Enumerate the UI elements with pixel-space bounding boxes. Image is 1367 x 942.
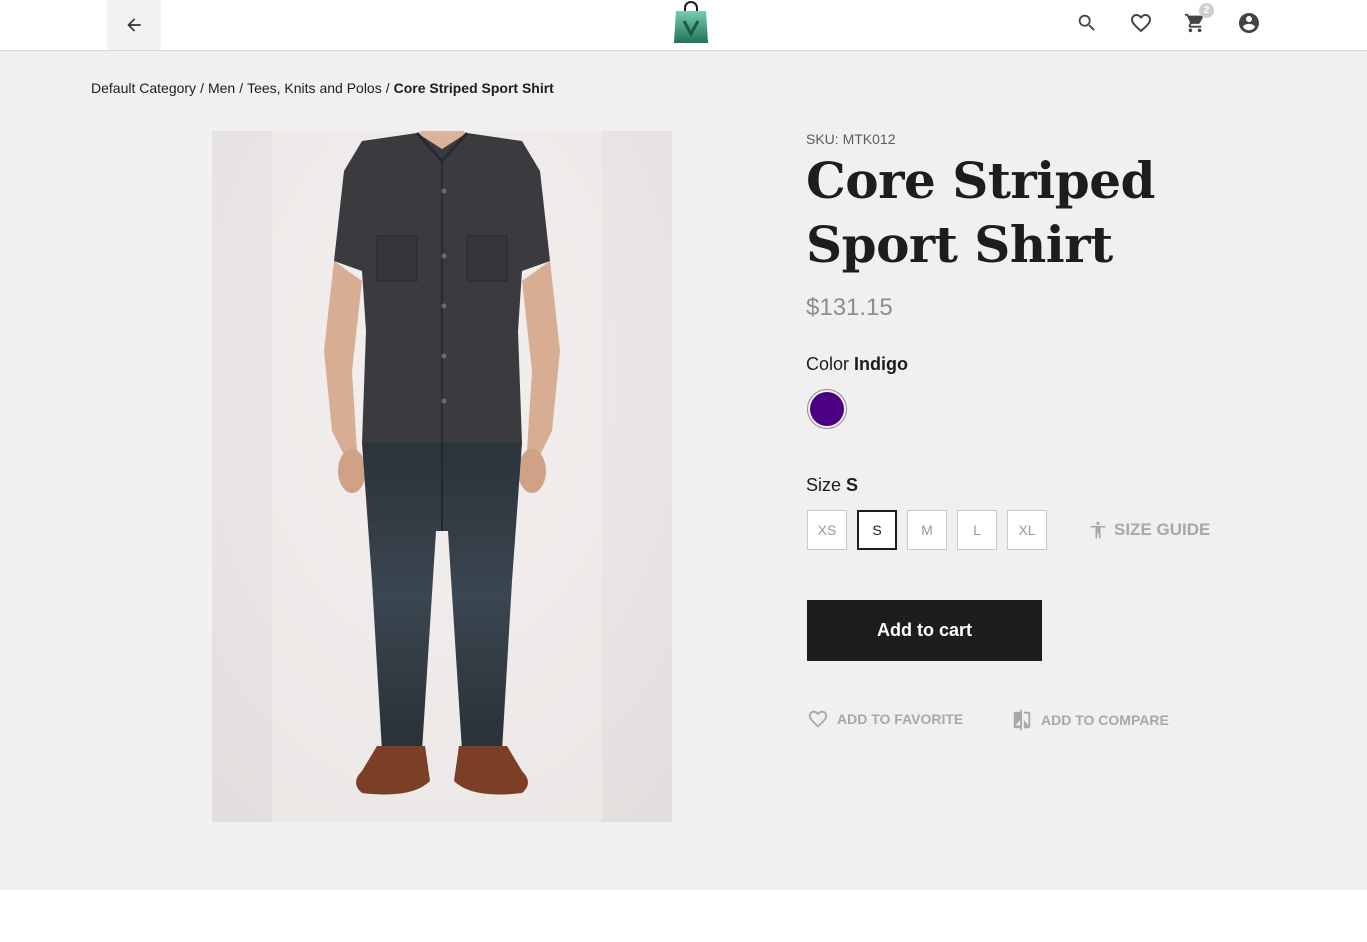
size-option-m[interactable]: M [907, 510, 947, 550]
compare-icon [1013, 709, 1031, 731]
size-guide-label: SIZE GUIDE [1114, 520, 1211, 539]
wishlist-button[interactable] [1127, 9, 1155, 37]
accessibility-person-icon [1090, 521, 1106, 539]
color-label-text: Color [806, 354, 850, 374]
size-label-text: Size [806, 475, 842, 495]
add-to-favorite-button[interactable]: ADD TO FAVORITE [807, 708, 963, 730]
breadcrumb-separator: / [200, 80, 204, 96]
shopping-bag-logo [674, 1, 708, 43]
breadcrumb-separator: / [239, 80, 244, 96]
page-footer-area [0, 890, 1367, 942]
arrow-left-icon [127, 18, 141, 32]
breadcrumb-link-tees-knits-polos[interactable]: Tees, Knits and Polos [247, 80, 382, 96]
breadcrumb-current: Core Striped Sport Shirt [393, 80, 554, 96]
color-swatch-fill [810, 392, 844, 426]
top-navigation-bar: 2 [0, 0, 1367, 51]
cart-button[interactable]: 2 [1181, 3, 1214, 37]
heart-outline-icon [808, 710, 828, 728]
size-options: XS S M L XL [807, 510, 1047, 550]
store-logo[interactable] [672, 1, 710, 45]
size-option-xl[interactable]: XL [1007, 510, 1047, 550]
add-to-compare-button[interactable]: ADD TO COMPARE [1011, 708, 1169, 732]
add-to-cart-button[interactable]: Add to cart [807, 600, 1042, 661]
breadcrumb-link-default-category[interactable]: Default Category [91, 80, 196, 96]
size-guide-button[interactable]: SIZE GUIDE [1088, 519, 1210, 541]
account-icon [1239, 13, 1259, 33]
add-to-compare-label: ADD TO COMPARE [1041, 712, 1169, 728]
product-photo [212, 131, 672, 822]
size-option-xs[interactable]: XS [807, 510, 847, 550]
search-button[interactable] [1073, 9, 1101, 37]
selected-size-value: S [846, 475, 859, 495]
product-sku: SKU: MTK012 [806, 131, 896, 147]
size-label: Size S [806, 475, 858, 496]
size-option-l[interactable]: L [957, 510, 997, 550]
account-button[interactable] [1235, 9, 1263, 37]
cart-count-badge: 2 [1199, 3, 1214, 18]
color-label: Color Indigo [806, 354, 908, 375]
heart-icon [1131, 14, 1151, 33]
size-option-s[interactable]: S [857, 510, 897, 550]
product-title: Core Striped Sport Shirt [806, 151, 1155, 274]
breadcrumb: Default Category / Men / Tees, Knits and Pol… [91, 80, 554, 96]
breadcrumb-link-men[interactable]: Men [208, 80, 235, 96]
color-swatch-indigo[interactable] [807, 389, 847, 429]
add-to-favorite-label: ADD TO FAVORITE [837, 711, 964, 727]
product-price: $131.15 [806, 294, 893, 321]
product-page: Default Category / Men / Tees, Knits and Pol… [0, 51, 1367, 890]
breadcrumb-separator: / [385, 80, 390, 96]
selected-color-value: Indigo [854, 354, 909, 374]
product-image[interactable] [212, 131, 672, 822]
back-button[interactable] [107, 0, 161, 50]
search-icon [1078, 14, 1095, 31]
